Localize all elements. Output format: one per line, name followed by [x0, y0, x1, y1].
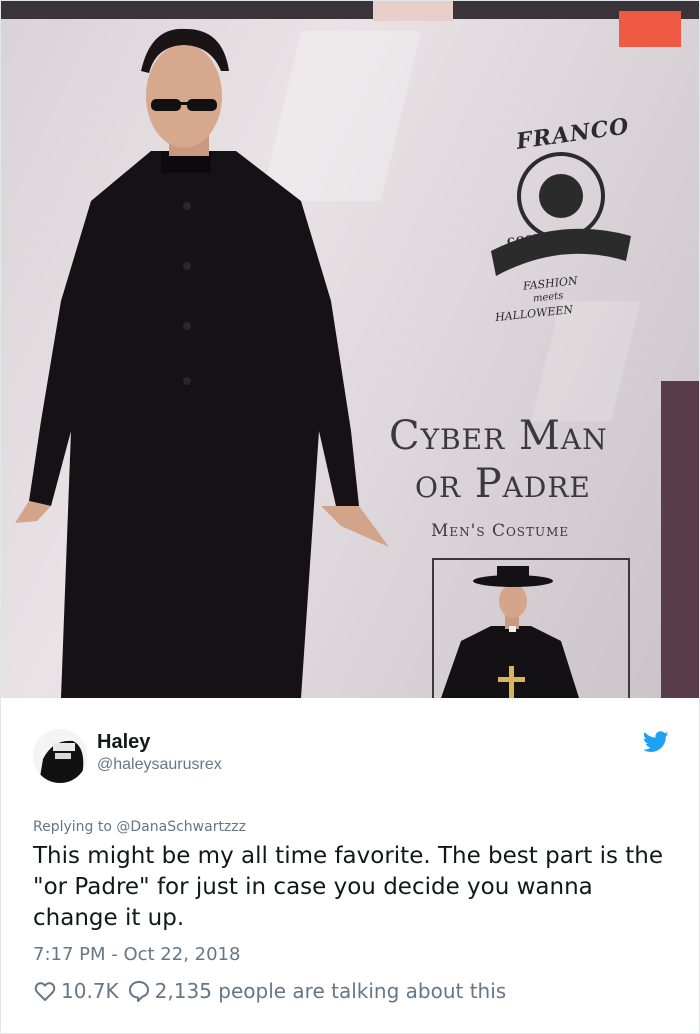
tweet-card: FRANCO COSTUME CULTURE FASHION meets HAL… [0, 0, 700, 1034]
replying-to-link[interactable]: @DanaSchwartzzz [116, 819, 246, 835]
price-sticker [619, 11, 681, 47]
replying-prefix: Replying to [33, 819, 117, 835]
black-coat [29, 151, 359, 698]
costume-photo-illustration [1, 1, 699, 698]
tweet-actions: 10.7K 2,135 people are talking about thi… [33, 979, 506, 1003]
avatar-image [33, 729, 87, 783]
tweet-timestamp[interactable]: 7:17 PM - Oct 22, 2018 [33, 944, 240, 965]
twitter-bird-icon[interactable] [642, 731, 669, 753]
man-head [146, 44, 222, 148]
replying-to-line: Replying to @DanaSchwartzzz [33, 819, 246, 835]
like-count[interactable]: 10.7K [61, 979, 119, 1003]
avatar[interactable] [33, 729, 87, 783]
display-name[interactable]: Haley [97, 731, 150, 754]
costume-subtitle: Men's Costume [431, 521, 570, 541]
user-handle[interactable]: @haleysaurusrex [97, 756, 222, 774]
costume-title-line-2: or Padre [415, 461, 591, 507]
conversation-count[interactable]: 2,135 people are talking about this [155, 979, 507, 1003]
heart-outline-icon[interactable] [33, 979, 57, 1003]
costume-title-line-1: Cyber Man [389, 413, 608, 459]
speech-bubble-icon[interactable] [127, 979, 151, 1003]
tweet-text: This might be my all time favorite. The … [33, 843, 664, 931]
tweet-photo[interactable]: FRANCO COSTUME CULTURE FASHION meets HAL… [1, 1, 699, 698]
